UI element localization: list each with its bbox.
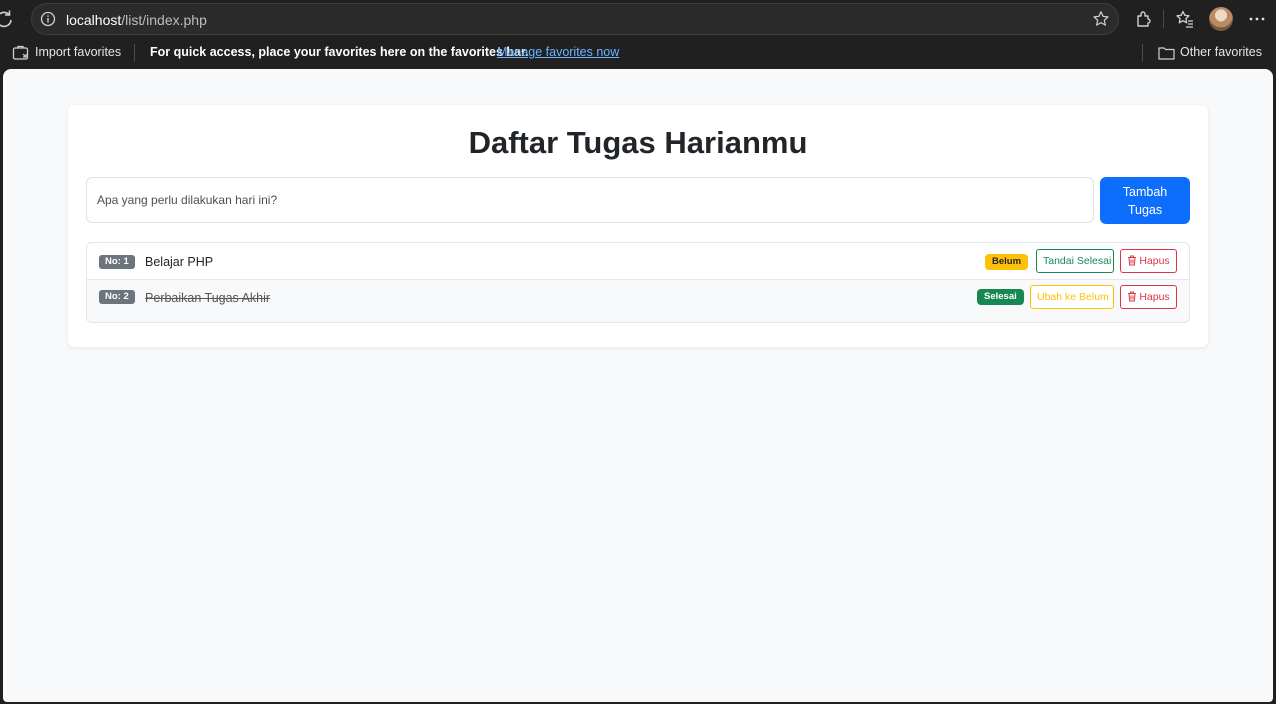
add-task-label-line2: Tugas (1127, 202, 1163, 217)
task-row: No: 1 Belajar PHP Belum Tandai Selesai H… (86, 242, 1190, 280)
page-title: Daftar Tugas Harianmu (468, 125, 808, 160)
mark-undone-button[interactable]: Ubah ke Belum (1030, 285, 1114, 309)
toolbar-separator (1163, 10, 1164, 28)
task-list: No: 1 Belajar PHP Belum Tandai Selesai H… (86, 242, 1190, 323)
page-viewport: Daftar Tugas Harianmu Tambah Tugas No: 1 … (3, 69, 1273, 702)
mark-done-button[interactable]: Tandai Selesai (1036, 249, 1114, 273)
task-number-badge: No: 1 (99, 255, 135, 269)
other-favorites-button[interactable]: Other favorites (1180, 45, 1262, 59)
more-options-icon[interactable] (1247, 9, 1267, 29)
info-icon[interactable] (40, 11, 56, 27)
url-path: /list/index.php (121, 12, 207, 28)
favorites-hint: For quick access, place your favorites h… (150, 45, 529, 59)
task-text: Belajar PHP (145, 255, 214, 269)
reload-icon[interactable] (0, 9, 14, 29)
profile-avatar[interactable] (1209, 7, 1233, 31)
address-bar[interactable]: localhost/list/index.php (31, 3, 1119, 35)
status-badge: Belum (985, 254, 1029, 270)
trash-icon (1128, 291, 1137, 302)
url-text[interactable]: localhost/list/index.php (66, 12, 207, 28)
add-task-label-line1: Tambah (1122, 184, 1168, 199)
delete-label: Hapus (1139, 291, 1170, 303)
browser-toolbar: localhost/list/index.php (0, 0, 1276, 38)
favorites-bar: Import favorites For quick access, place… (0, 38, 1276, 68)
favorite-star-icon[interactable] (1092, 10, 1110, 28)
import-favorites-button[interactable]: Import favorites (35, 45, 121, 59)
delete-label: Hapus (1139, 255, 1170, 267)
favorites-icon[interactable] (1175, 9, 1195, 29)
task-row: No: 2 Perbaikan Tugas Akhir Selesai Ubah… (86, 280, 1190, 323)
extensions-icon[interactable] (1134, 9, 1154, 29)
delete-button[interactable]: Hapus (1120, 249, 1177, 273)
trash-icon (1128, 255, 1137, 266)
add-task-button[interactable]: Tambah Tugas (1100, 177, 1190, 224)
delete-button[interactable]: Hapus (1120, 285, 1177, 309)
task-input[interactable] (86, 177, 1094, 223)
import-favorites-icon[interactable] (12, 45, 30, 61)
manage-favorites-link[interactable]: Manage favorites now (497, 45, 619, 59)
folder-icon (1158, 47, 1175, 60)
favbar-separator (134, 44, 135, 62)
status-badge: Selesai (977, 289, 1024, 305)
task-number-badge: No: 2 (99, 290, 135, 304)
url-host: localhost (66, 12, 122, 28)
task-text: Perbaikan Tugas Akhir (145, 291, 271, 305)
todo-card: Daftar Tugas Harianmu Tambah Tugas No: 1 … (68, 105, 1208, 347)
favbar-separator-right (1142, 44, 1143, 62)
